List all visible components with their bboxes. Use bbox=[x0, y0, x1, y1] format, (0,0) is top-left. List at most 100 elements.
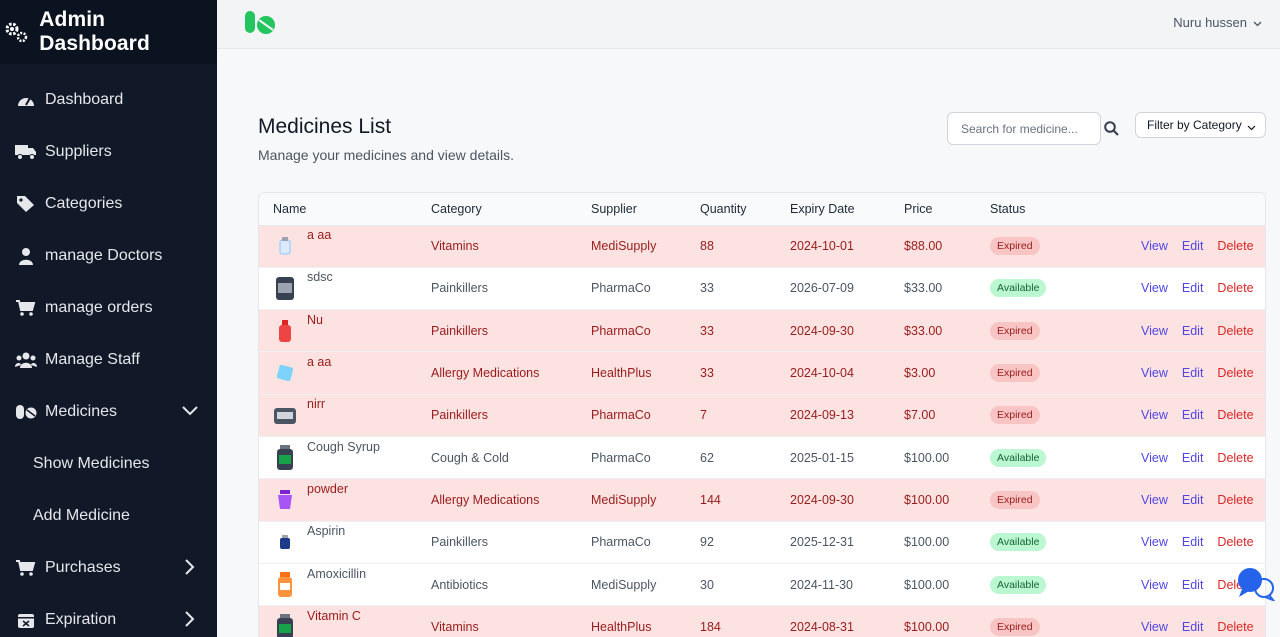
row-actions: View Edit Delete bbox=[1141, 535, 1265, 549]
name-wrap: Vitamin C bbox=[273, 609, 417, 637]
medicine-thumbnail-image bbox=[273, 529, 297, 555]
view-link[interactable]: View bbox=[1141, 408, 1168, 422]
edit-link[interactable]: Edit bbox=[1182, 366, 1204, 380]
sidebar-item-label: manage orders bbox=[45, 299, 153, 316]
delete-link[interactable]: Delete bbox=[1217, 493, 1253, 507]
cell-status: Expired bbox=[976, 351, 1096, 395]
sidebar-item-orders[interactable]: manage orders bbox=[0, 282, 217, 334]
cell-price: $88.00 bbox=[890, 225, 976, 268]
edit-link[interactable]: Edit bbox=[1182, 324, 1204, 338]
delete-link[interactable]: Delete bbox=[1217, 324, 1253, 338]
edit-link[interactable]: Edit bbox=[1182, 281, 1204, 295]
edit-link[interactable]: Edit bbox=[1182, 451, 1204, 465]
edit-link[interactable]: Edit bbox=[1182, 578, 1204, 592]
user-menu[interactable]: Nuru hussen bbox=[1173, 15, 1262, 30]
row-actions: View Edit Delete bbox=[1141, 239, 1265, 253]
cell-name: a aa bbox=[259, 351, 417, 395]
search-icon[interactable] bbox=[1103, 120, 1119, 136]
sidebar-item-suppliers[interactable]: Suppliers bbox=[0, 126, 217, 178]
cell-actions: View Edit Delete bbox=[1096, 309, 1265, 353]
cell-status: Expired bbox=[976, 478, 1096, 522]
cell-actions: View Edit Delete bbox=[1096, 225, 1265, 268]
delete-link[interactable]: Delete bbox=[1217, 451, 1253, 465]
cell-expiry: 2024-11-30 bbox=[776, 563, 890, 607]
table-row: Cough Syrup Cough & Cold PharmaCo 62 2025-01… bbox=[259, 436, 1265, 480]
view-link[interactable]: View bbox=[1141, 281, 1168, 295]
view-link[interactable]: View bbox=[1141, 451, 1168, 465]
medicine-name: nirr bbox=[307, 397, 326, 412]
delete-link[interactable]: Delete bbox=[1217, 535, 1253, 549]
sidebar-item-expiration[interactable]: Expiration bbox=[0, 594, 217, 637]
cell-category: Painkillers bbox=[417, 394, 577, 437]
column-header: Name bbox=[259, 193, 417, 226]
edit-link[interactable]: Edit bbox=[1182, 493, 1204, 507]
cell-status: Expired bbox=[976, 225, 1096, 268]
cell-status: Expired bbox=[976, 309, 1096, 353]
status-badge: Expired bbox=[990, 237, 1040, 256]
cell-price: $100.00 bbox=[890, 605, 976, 637]
sidebar-item-add-medicine[interactable]: Add Medicine bbox=[0, 490, 217, 542]
column-header: Status bbox=[976, 193, 1096, 226]
edit-link[interactable]: Edit bbox=[1182, 535, 1204, 549]
column-header: Price bbox=[890, 193, 976, 226]
cell-expiry: 2025-01-15 bbox=[776, 436, 890, 480]
view-link[interactable]: View bbox=[1141, 239, 1168, 253]
cell-expiry: 2026-07-09 bbox=[776, 267, 890, 311]
table-row: Vitamin C Vitamins HealthPlus 184 2024-08-31… bbox=[259, 605, 1265, 637]
delete-link[interactable]: Delete bbox=[1217, 366, 1253, 380]
calendar-icon bbox=[15, 609, 37, 631]
cell-quantity: 33 bbox=[686, 351, 776, 395]
view-link[interactable]: View bbox=[1141, 366, 1168, 380]
cell-actions: View Edit Delete bbox=[1096, 605, 1265, 637]
filter-label: Filter by Category bbox=[1147, 118, 1242, 132]
edit-link[interactable]: Edit bbox=[1182, 620, 1204, 634]
search-input[interactable] bbox=[947, 112, 1101, 145]
cell-quantity: 92 bbox=[686, 521, 776, 564]
users-icon bbox=[15, 349, 37, 371]
medicine-thumbnail-image bbox=[273, 318, 297, 344]
delete-link[interactable]: Delete bbox=[1217, 620, 1253, 634]
cell-expiry: 2024-10-04 bbox=[776, 351, 890, 395]
table-row: a aa Vitamins MediSupply 88 2024-10-01 $88.00… bbox=[259, 225, 1265, 268]
edit-link[interactable]: Edit bbox=[1182, 239, 1204, 253]
view-link[interactable]: View bbox=[1141, 493, 1168, 507]
delete-link[interactable]: Delete bbox=[1217, 408, 1253, 422]
chevron-down-icon bbox=[1247, 120, 1256, 134]
chevron-down-icon bbox=[1253, 15, 1262, 30]
cell-quantity: 33 bbox=[686, 267, 776, 311]
status-badge: Expired bbox=[990, 406, 1040, 425]
cell-expiry: 2024-09-30 bbox=[776, 478, 890, 522]
medicine-thumbnail-image bbox=[273, 275, 297, 301]
delete-link[interactable]: Delete bbox=[1217, 281, 1253, 295]
medicine-thumbnail-image bbox=[273, 360, 297, 386]
medicine-thumbnail-image bbox=[273, 571, 297, 598]
sidebar-item-staff[interactable]: Manage Staff bbox=[0, 334, 217, 386]
sidebar-item-show-medicines[interactable]: Show Medicines bbox=[0, 438, 217, 490]
cell-name: a aa bbox=[259, 225, 417, 268]
status-badge: Expired bbox=[990, 490, 1040, 509]
cell-quantity: 7 bbox=[686, 394, 776, 437]
view-link[interactable]: View bbox=[1141, 535, 1168, 549]
view-link[interactable]: View bbox=[1141, 324, 1168, 338]
sidebar-item-categories[interactable]: Categories bbox=[0, 178, 217, 230]
sidebar-item-dashboard[interactable]: Dashboard bbox=[0, 74, 217, 126]
sidebar-item-purchases[interactable]: Purchases bbox=[0, 542, 217, 594]
sidebar-item-doctors[interactable]: manage Doctors bbox=[0, 230, 217, 282]
view-link[interactable]: View bbox=[1141, 578, 1168, 592]
column-header: Quantity bbox=[686, 193, 776, 226]
table-header-row: Name Category Supplier Quantity Expiry D… bbox=[259, 193, 1265, 226]
name-wrap: Amoxicillin bbox=[273, 567, 417, 598]
cell-category: Painkillers bbox=[417, 267, 577, 311]
cell-supplier: PharmaCo bbox=[577, 267, 686, 311]
category-filter-select[interactable]: Filter by Category bbox=[1135, 112, 1266, 138]
cell-price: $33.00 bbox=[890, 267, 976, 311]
view-link[interactable]: View bbox=[1141, 620, 1168, 634]
delete-link[interactable]: Delete bbox=[1217, 239, 1253, 253]
chevron-down-icon bbox=[181, 402, 199, 420]
chat-bubble-icon[interactable] bbox=[1236, 567, 1277, 603]
status-badge: Expired bbox=[990, 321, 1040, 340]
cell-price: $100.00 bbox=[890, 563, 976, 607]
edit-link[interactable]: Edit bbox=[1182, 408, 1204, 422]
sidebar-item-medicines[interactable]: Medicines bbox=[0, 386, 217, 438]
cell-expiry: 2025-12-31 bbox=[776, 521, 890, 564]
